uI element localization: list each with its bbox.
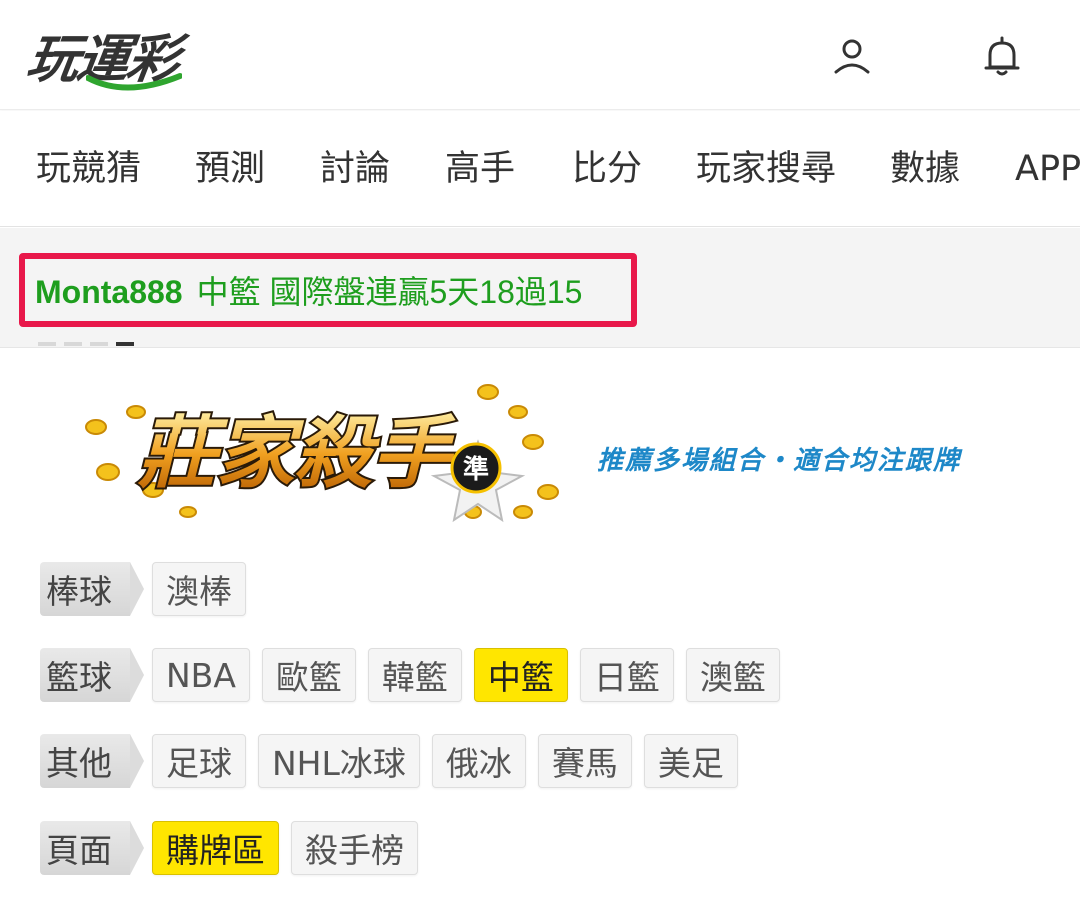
filter-row-basketball: 籃球 NBA 歐籃 韓籃 中籃 日籃 澳籃 (40, 647, 780, 703)
chip-horse-racing[interactable]: 賽馬 (537, 734, 632, 788)
chip-nhl[interactable]: NHL冰球 (258, 734, 420, 788)
bell-icon[interactable] (980, 34, 1024, 78)
carousel-dot-active[interactable] (116, 342, 134, 346)
carousel-dot[interactable] (38, 342, 56, 346)
nav-item-data[interactable]: 數據 (890, 149, 960, 189)
logo-swoosh-icon (86, 73, 182, 91)
nav-item-discuss[interactable]: 討論 (320, 149, 390, 189)
chip-russia-hockey[interactable]: 俄冰 (431, 734, 526, 788)
announcement-user: Monta888 (35, 274, 183, 310)
announcement-bar: Monta888 中籃 國際盤連贏5天18過15 (0, 228, 1080, 348)
chip-nba[interactable]: NBA (152, 648, 250, 702)
carousel-dots (38, 342, 134, 346)
carousel-dot[interactable] (64, 342, 82, 346)
nav-item-scores[interactable]: 比分 (572, 149, 642, 189)
app-header: 玩運彩 (0, 0, 1080, 110)
chip-aus-basketball[interactable]: 澳籃 (685, 648, 780, 702)
chip-korea-basketball[interactable]: 韓籃 (367, 648, 462, 702)
chip-aus-baseball[interactable]: 澳棒 (152, 562, 246, 616)
banner-slogan: 推薦多場組合・適合均注跟牌 (597, 446, 962, 476)
banner-title-graphic: 莊家殺手 準 (85, 384, 559, 523)
filter-row-page: 頁面 購牌區 殺手榜 (40, 820, 418, 876)
user-icon[interactable] (830, 34, 874, 78)
main-nav: 玩競猜 預測 討論 高手 比分 玩家搜尋 數據 APP (0, 111, 1080, 227)
banner-badge: 準 (463, 454, 489, 485)
chip-american-football[interactable]: 美足 (643, 734, 738, 788)
announcement-highlight[interactable]: Monta888 中籃 國際盤連贏5天18過15 (19, 253, 637, 327)
chip-euro-basketball[interactable]: 歐籃 (261, 648, 356, 702)
nav-item-experts[interactable]: 高手 (445, 149, 515, 189)
filter-row-other: 其他 足球 NHL冰球 俄冰 賽馬 美足 (40, 733, 738, 789)
announcement-text[interactable]: Monta888 中籃 國際盤連贏5天18過15 (35, 267, 582, 313)
logo[interactable]: 玩運彩 (23, 14, 182, 94)
banner-title: 莊家殺手 (137, 409, 456, 499)
nav-item-player-search[interactable]: 玩家搜尋 (696, 149, 836, 189)
nav-item-predict[interactable]: 預測 (195, 149, 265, 189)
chip-purchase-area[interactable]: 購牌區 (152, 821, 279, 875)
filter-label-baseball: 棒球 (40, 562, 144, 616)
chip-china-basketball[interactable]: 中籃 (473, 648, 568, 702)
nav-item-app[interactable]: APP (1015, 149, 1080, 189)
announcement-message: 中籃 國際盤連贏5天18過15 (196, 274, 583, 310)
filter-label-page: 頁面 (40, 821, 144, 875)
carousel-dot[interactable] (90, 342, 108, 346)
filter-row-baseball: 棒球 澳棒 (40, 561, 246, 617)
chip-soccer[interactable]: 足球 (152, 734, 246, 788)
nav-item-guess[interactable]: 玩競猜 (36, 149, 141, 189)
filter-label-other: 其他 (40, 734, 144, 788)
chip-killer-rank[interactable]: 殺手榜 (291, 821, 418, 875)
filter-label-basketball: 籃球 (40, 648, 144, 702)
chip-japan-basketball[interactable]: 日籃 (579, 648, 674, 702)
